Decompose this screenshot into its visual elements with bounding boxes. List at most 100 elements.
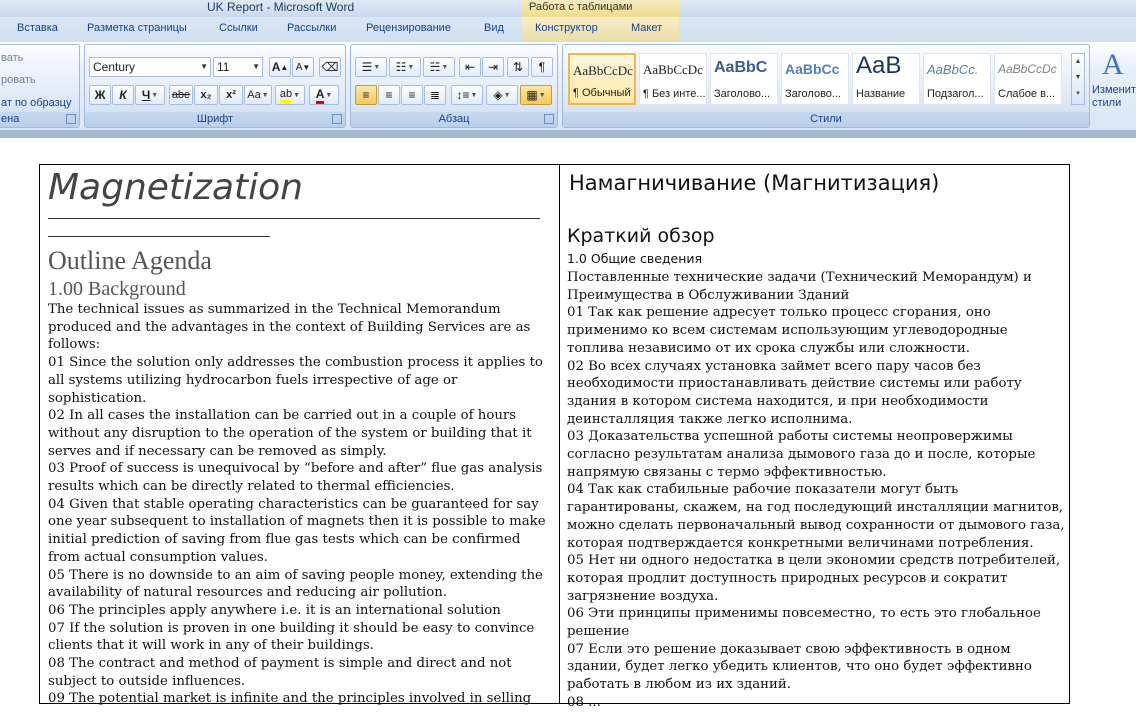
ru-body-line: 05 Нет ни одного недостатка в цели эконо… (567, 553, 1061, 569)
multilevel-list-button[interactable]: ☵ ▼ (423, 57, 455, 77)
style-sample: AaBbCcDc (573, 63, 633, 78)
ru-body-line: загрязнение воздуха. (567, 588, 719, 604)
increase-indent-icon: ⇥ (487, 60, 499, 74)
ru-body-line: 06 Эти принципы применимы повсеместно, т… (567, 606, 1041, 622)
font-color-button[interactable]: A ▼ (309, 85, 339, 105)
paragraph-group: ☰ ▼ ☷ ▼ ☵ ▼ ⇤ ⇥ ⇅ ¶ ≡ ≡ ≡ ≣ ↕≡ ▼ ◈ ▼ ▦ ▼ Абзац (350, 44, 558, 128)
tab-view[interactable]: Вид (484, 22, 504, 34)
tab-references[interactable]: Ссылки (219, 22, 258, 34)
sort-icon: ⇅ (512, 60, 524, 74)
scroll-up-icon[interactable]: ▲ (1072, 54, 1084, 70)
tab-design[interactable]: Конструктор (535, 22, 598, 34)
format-painter-button[interactable]: ат по образцу (1, 97, 71, 109)
align-center-button[interactable]: ≡ (378, 85, 400, 105)
chevron-down-icon: ▼ (293, 91, 301, 99)
tab-insert[interactable]: Вставка (17, 22, 58, 34)
tab-layout[interactable]: Макет (631, 22, 662, 34)
table-column-divider[interactable] (559, 164, 560, 704)
caret-up-icon: ▲ (280, 62, 289, 72)
underline-button[interactable]: Ч ▼ (135, 85, 165, 105)
change-case-button[interactable]: Aa ▼ (244, 85, 272, 105)
bullets-button[interactable]: ☰ ▼ (355, 57, 387, 77)
chevron-down-icon: ▼ (538, 91, 546, 99)
ru-body-line: согласно результатам анализа дымового га… (567, 447, 1036, 463)
en-body-line: 06 The principles apply anywhere i.e. it… (48, 602, 501, 618)
decrease-indent-button[interactable]: ⇤ (459, 57, 481, 77)
font-size-value: 11 (217, 60, 230, 74)
grow-font-button[interactable]: A ▲ (269, 57, 291, 77)
change-styles-icon: A (1102, 48, 1124, 81)
scroll-down-icon[interactable]: ▼ (1072, 70, 1084, 86)
paragraph-launcher-icon[interactable] (544, 114, 554, 124)
font-name-value: Century (93, 60, 136, 74)
ru-body-line: 07 Если это решение доказывает свою эффе… (567, 641, 1011, 657)
font-launcher-icon[interactable] (332, 114, 342, 124)
superscript-button[interactable]: x² (219, 85, 243, 105)
en-body-line: one year subsequent to installation of m… (48, 514, 546, 530)
style-name: Название (856, 88, 906, 100)
line-spacing-button[interactable]: ↕≡ ▼ (451, 85, 483, 105)
style-heading-2[interactable]: AaBbCc Заголово... (781, 53, 849, 105)
highlight-button[interactable]: ab ▼ (275, 85, 305, 105)
align-right-button[interactable]: ≡ (401, 85, 423, 105)
tab-page-layout[interactable]: Разметка страницы (87, 22, 187, 34)
ru-title: Намагничивание (Магнитизация) (569, 171, 940, 195)
window-title: UK Report - Microsoft Word (207, 0, 355, 14)
en-body: The technical issues as summarized in th… (48, 301, 546, 708)
styles-group: AaBbCcDc ¶ Обычный AaBbCcDc ¶ Без инте..… (562, 44, 1090, 128)
clear-formatting-button[interactable]: ⌫ (319, 57, 341, 77)
style-subtitle[interactable]: AaBbCc. Подзагол... (923, 53, 991, 105)
style-sample: AaBbCc (785, 61, 840, 77)
subscript-button[interactable]: x₂ (194, 85, 218, 105)
justify-button[interactable]: ≣ (424, 85, 446, 105)
pilcrow-icon: ¶ (538, 60, 546, 74)
styles-gallery-scroll[interactable]: ▲ ▼ ▾ (1071, 53, 1085, 105)
tab-review[interactable]: Рецензирование (366, 22, 451, 34)
style-title[interactable]: AaB Название (852, 53, 920, 105)
chevron-down-icon: ▼ (151, 91, 159, 99)
ru-body-line: напрямую связаны с термо эффективностью. (567, 464, 887, 480)
more-icon[interactable]: ▾ (1072, 86, 1084, 102)
show-formatting-button[interactable]: ¶ (531, 57, 553, 77)
shading-button[interactable]: ◈ ▼ (486, 85, 518, 105)
clipboard-launcher-icon[interactable] (66, 114, 76, 124)
font-group: Century ▼ 11 ▼ A ▲ A ▼ ⌫ Ж К Ч ▼ abe x₂ x² … (84, 44, 346, 128)
style-sample: AaB (856, 53, 902, 79)
cut-button[interactable]: вать (1, 52, 23, 64)
ru-body-line: 01 Так как решение адресует только проце… (567, 305, 991, 321)
en-subheading: 1.00 Background (48, 278, 186, 300)
ru-body-line: здания в котором система находится, и пр… (567, 393, 989, 409)
bold-button[interactable]: Ж (89, 85, 111, 105)
en-title: Magnetization (48, 167, 303, 208)
title-bar: UK Report - Microsoft Word Работа с табл… (0, 0, 1136, 17)
align-left-button[interactable]: ≡ (355, 85, 377, 105)
increase-indent-button[interactable]: ⇥ (482, 57, 504, 77)
shrink-font-button[interactable]: A ▼ (292, 57, 314, 77)
en-body-line: all systems utilizing hydrocarbon fuels … (48, 372, 458, 388)
style-subtle-emphasis[interactable]: AaBbCcDc Слабое в... (994, 53, 1062, 105)
numbering-button[interactable]: ☷ ▼ (389, 57, 421, 77)
en-body-line: 02 In all cases the installation can be … (48, 408, 517, 424)
style-heading-1[interactable]: AaBbC Заголово... (710, 53, 778, 105)
align-center-icon: ≡ (385, 88, 393, 102)
borders-button[interactable]: ▦ ▼ (520, 85, 552, 105)
chevron-down-icon: ▼ (441, 63, 449, 71)
font-size-combo[interactable]: 11 ▼ (213, 57, 263, 77)
change-styles-button[interactable]: A Изменит стили (1092, 48, 1136, 112)
en-body-line: The technical issues as summarized in th… (48, 302, 501, 317)
tab-mailings[interactable]: Рассылки (287, 22, 336, 34)
italic-button[interactable]: К (112, 85, 134, 105)
en-body-line: sophistication. (48, 390, 147, 406)
copy-button[interactable]: ровать (1, 74, 36, 86)
en-body-line: availability of natural resources and re… (48, 585, 448, 601)
strikethrough-button[interactable]: abe (169, 85, 193, 105)
style-no-spacing[interactable]: AaBbCcDc ¶ Без инте... (639, 53, 707, 105)
chevron-down-icon: ▼ (407, 63, 415, 71)
style-sample: AaBbCcDc (998, 62, 1057, 76)
font-name-combo[interactable]: Century ▼ (89, 57, 211, 77)
font-group-label: Шрифт (85, 112, 345, 127)
ru-body-line: здании, будет легко убедить клиентов, чт… (567, 659, 1032, 675)
sort-button[interactable]: ⇅ (507, 57, 529, 77)
style-normal[interactable]: AaBbCcDc ¶ Обычный (568, 53, 636, 105)
line-spacing-icon: ↕≡ (456, 88, 470, 102)
